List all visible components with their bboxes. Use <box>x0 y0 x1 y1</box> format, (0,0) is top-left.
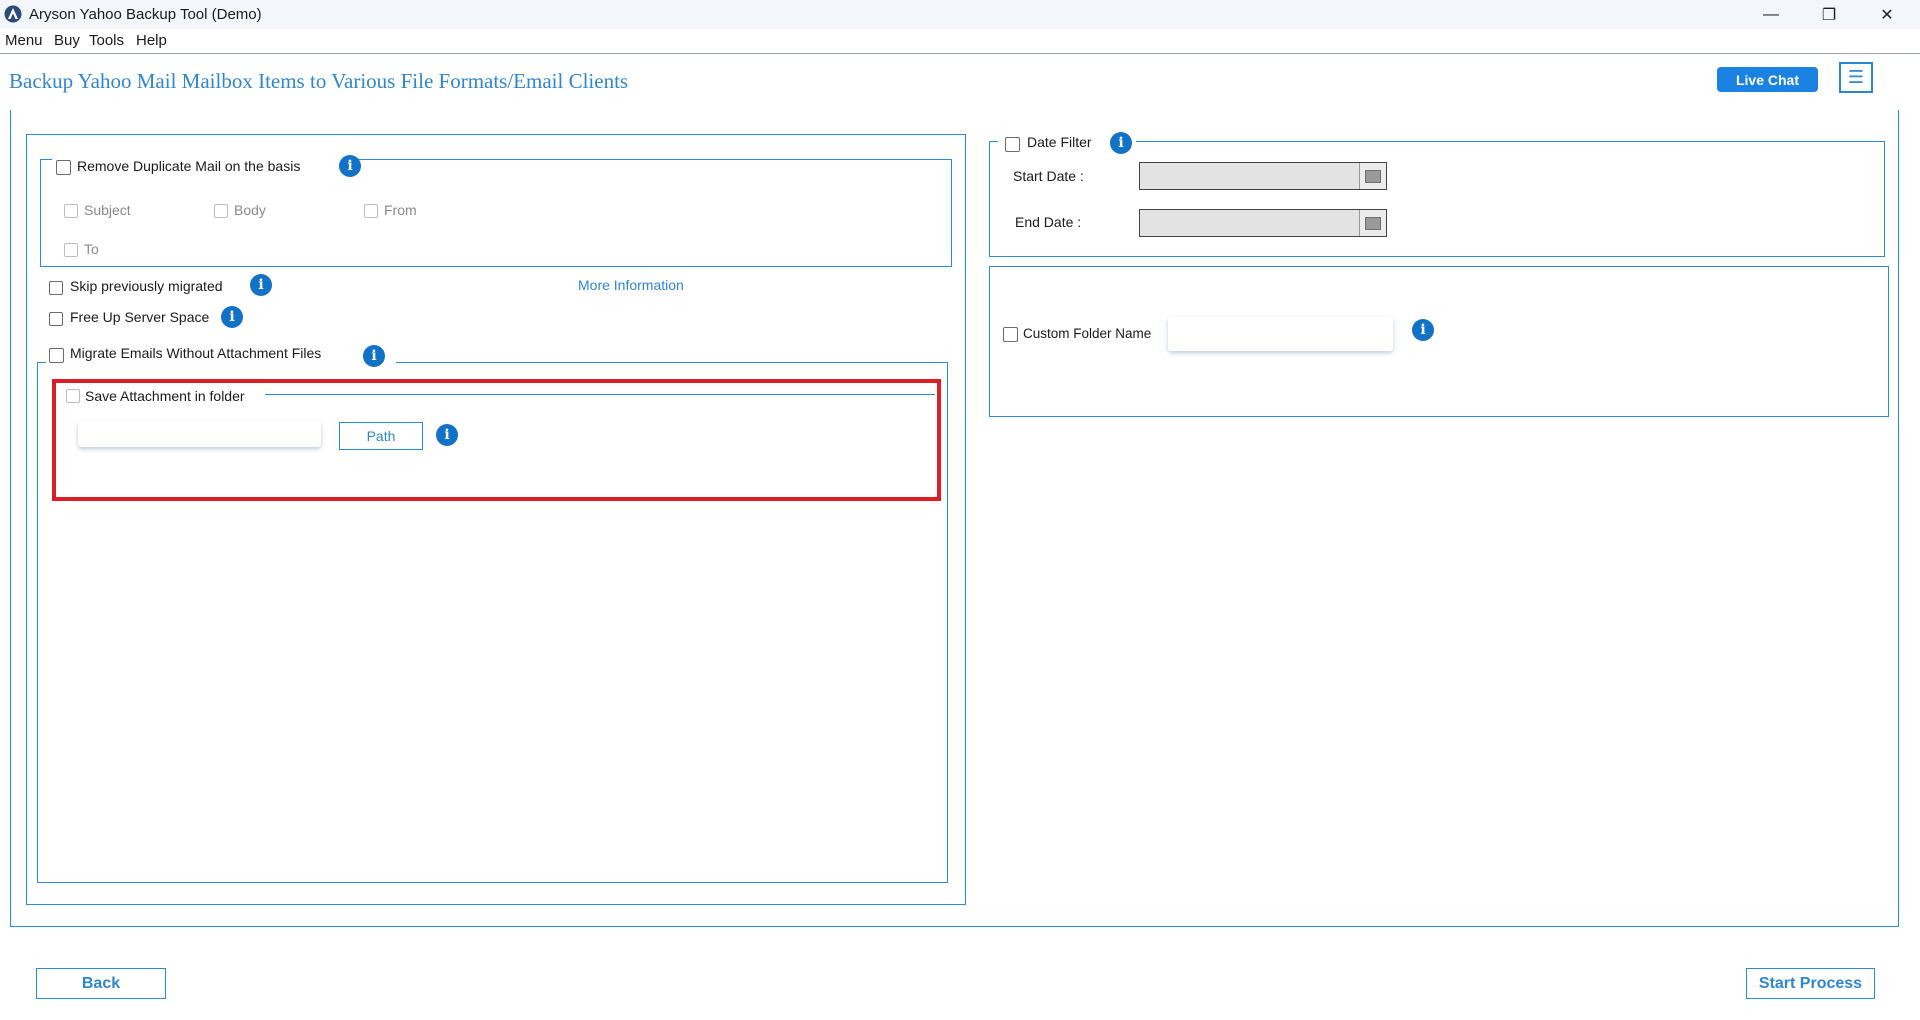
custom-folder-group <box>989 266 1889 417</box>
live-chat-button[interactable]: Live Chat <box>1717 67 1818 92</box>
save-attachment-label: Save Attachment in folder <box>85 388 245 404</box>
menu-item-tools[interactable]: Tools <box>89 32 124 49</box>
start-date-field[interactable] <box>1139 162 1387 190</box>
info-icon[interactable]: i <box>436 424 458 446</box>
custom-folder-checkbox[interactable] <box>1003 327 1018 342</box>
end-date-label: End Date : <box>1015 214 1082 230</box>
remove-duplicate-label: Remove Duplicate Mail on the basis <box>77 158 301 174</box>
to-checkbox[interactable] <box>64 243 78 257</box>
app-logo-icon <box>4 5 22 23</box>
custom-folder-input[interactable] <box>1168 317 1393 351</box>
date-filter-group <box>989 141 1885 257</box>
info-icon[interactable]: i <box>221 306 243 328</box>
date-filter-checkbox[interactable] <box>1005 137 1020 152</box>
menu-bar: Menu Buy Tools Help <box>0 29 1920 54</box>
menu-item-buy[interactable]: Buy <box>54 32 80 49</box>
migrate-without-attachments-legend: Migrate Emails Without Attachment Files <box>46 344 396 368</box>
save-attachment-divider <box>265 394 935 395</box>
hamburger-icon: ☰ <box>1847 67 1865 87</box>
subject-checkbox[interactable] <box>64 204 78 218</box>
free-up-server-space-checkbox[interactable] <box>49 312 63 326</box>
info-icon[interactable]: i <box>339 155 361 177</box>
custom-folder-label: Custom Folder Name <box>1023 326 1152 341</box>
path-button[interactable]: Path <box>339 422 423 450</box>
remove-duplicate-group <box>40 159 952 267</box>
more-information-link[interactable]: More Information <box>578 277 684 293</box>
calendar-icon <box>1365 216 1381 230</box>
calendar-icon <box>1365 169 1381 183</box>
date-filter-label: Date Filter <box>1027 134 1092 150</box>
minimize-button[interactable]: — <box>1742 0 1800 29</box>
menu-item-menu[interactable]: Menu <box>5 32 43 49</box>
info-icon[interactable]: i <box>1110 132 1132 154</box>
maximize-button[interactable]: ❐ <box>1800 0 1858 29</box>
skip-previously-migrated-checkbox[interactable] <box>49 281 63 295</box>
end-date-picker-button[interactable] <box>1359 210 1386 236</box>
end-date-field[interactable] <box>1139 209 1387 237</box>
start-date-picker-button[interactable] <box>1359 163 1386 189</box>
info-icon[interactable]: i <box>363 345 385 367</box>
body-checkbox[interactable] <box>214 204 228 218</box>
attachment-path-input[interactable] <box>78 421 321 447</box>
menu-item-help[interactable]: Help <box>136 32 167 49</box>
start-process-button[interactable]: Start Process <box>1746 968 1875 999</box>
body-label: Body <box>234 202 266 218</box>
start-date-label: Start Date : <box>1013 168 1084 184</box>
back-button[interactable]: Back <box>36 968 166 999</box>
from-checkbox[interactable] <box>364 204 378 218</box>
hamburger-menu-button[interactable]: ☰ <box>1839 62 1873 93</box>
remove-duplicate-checkbox[interactable] <box>56 160 71 175</box>
save-attachment-checkbox[interactable] <box>66 389 80 403</box>
subject-label: Subject <box>84 202 131 218</box>
from-label: From <box>384 202 417 218</box>
free-up-server-space-label: Free Up Server Space <box>70 309 210 325</box>
migrate-without-attachments-checkbox[interactable] <box>49 348 64 363</box>
page-title: Backup Yahoo Mail Mailbox Items to Vario… <box>9 69 629 93</box>
info-icon[interactable]: i <box>250 274 272 296</box>
title-bar: Aryson Yahoo Backup Tool (Demo) — ❐ ✕ <box>0 0 1920 29</box>
remove-duplicate-legend: Remove Duplicate Mail on the basis <box>52 152 354 175</box>
info-icon[interactable]: i <box>1412 319 1434 341</box>
to-label: To <box>84 241 99 257</box>
window-title: Aryson Yahoo Backup Tool (Demo) <box>29 6 262 23</box>
migrate-without-attachments-label: Migrate Emails Without Attachment Files <box>70 345 322 361</box>
skip-previously-migrated-label: Skip previously migrated <box>70 278 223 294</box>
close-button[interactable]: ✕ <box>1858 0 1916 29</box>
